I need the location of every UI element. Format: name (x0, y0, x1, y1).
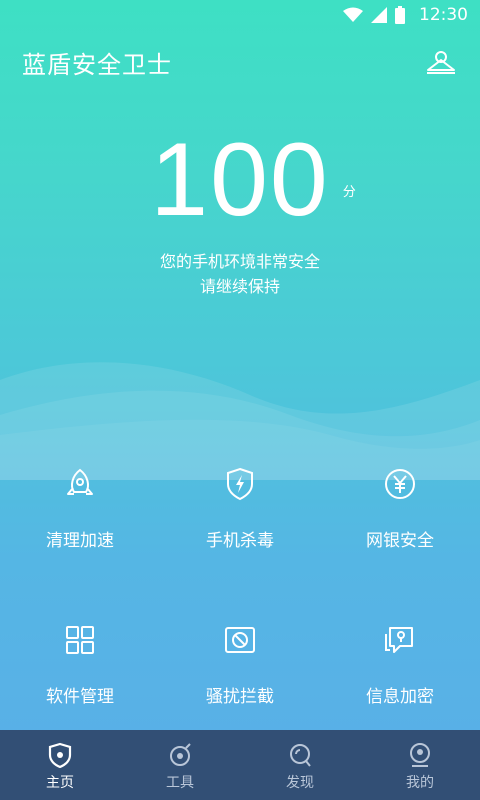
home-shield-icon (48, 742, 72, 768)
discover-icon (290, 744, 311, 767)
feature-label: 清理加速 (46, 531, 114, 551)
tab-label: 我的 (406, 775, 434, 791)
status-time: 12:30 (419, 5, 468, 25)
tab-label: 主页 (46, 775, 74, 791)
feature-message-encrypt[interactable]: 信息加密 (320, 608, 480, 728)
feature-label: 骚扰拦截 (206, 687, 274, 707)
feature-harassment-block[interactable]: 骚扰拦截 (160, 608, 320, 728)
tab-tools[interactable]: 工具 (120, 730, 240, 800)
app-title: 蓝盾安全卫士 (22, 50, 172, 79)
score-value: 100 分 (150, 128, 356, 232)
security-score: 100 分 (0, 128, 480, 232)
tab-label: 工具 (166, 775, 194, 791)
profile-button[interactable] (424, 45, 458, 79)
apps-grid-icon (66, 626, 94, 654)
tab-me[interactable]: 我的 (360, 730, 480, 800)
score-unit: 分 (342, 184, 358, 199)
home-screen: 12:30 蓝盾安全卫士 100 分 您的手机环境非常安全 请继续保持 清理加速… (0, 0, 480, 800)
app-header: 蓝盾安全卫士 (22, 42, 458, 82)
feature-antivirus[interactable]: 手机杀毒 (160, 452, 320, 572)
yuan-icon (385, 469, 415, 499)
signal-icon (371, 7, 387, 23)
tab-discover[interactable]: 发现 (240, 730, 360, 800)
block-icon (225, 627, 255, 653)
feature-label: 软件管理 (46, 687, 114, 707)
me-icon (410, 743, 430, 767)
profile-icon (427, 51, 455, 74)
status-bar: 12:30 (0, 0, 480, 30)
shield-bolt-icon (227, 467, 253, 501)
feature-clean-speedup[interactable]: 清理加速 (0, 452, 160, 572)
feature-label: 信息加密 (366, 687, 434, 707)
tab-home[interactable]: 主页 (0, 730, 120, 800)
wifi-icon (343, 7, 363, 22)
message-lock-icon (385, 627, 413, 653)
feature-label: 手机杀毒 (206, 531, 274, 551)
feature-app-manager[interactable]: 软件管理 (0, 608, 160, 728)
score-submessage: 请继续保持 (199, 277, 280, 296)
feature-bank-security[interactable]: 网银安全 (320, 452, 480, 572)
battery-icon (395, 6, 405, 24)
rocket-icon (67, 468, 93, 495)
feature-label: 网银安全 (366, 531, 434, 551)
score-message: 您的手机环境非常安全 (159, 252, 320, 271)
tools-icon (170, 743, 191, 766)
tab-label: 发现 (286, 775, 314, 791)
bottom-tab-bar: 主页 工具 发现 我的 (0, 730, 480, 800)
